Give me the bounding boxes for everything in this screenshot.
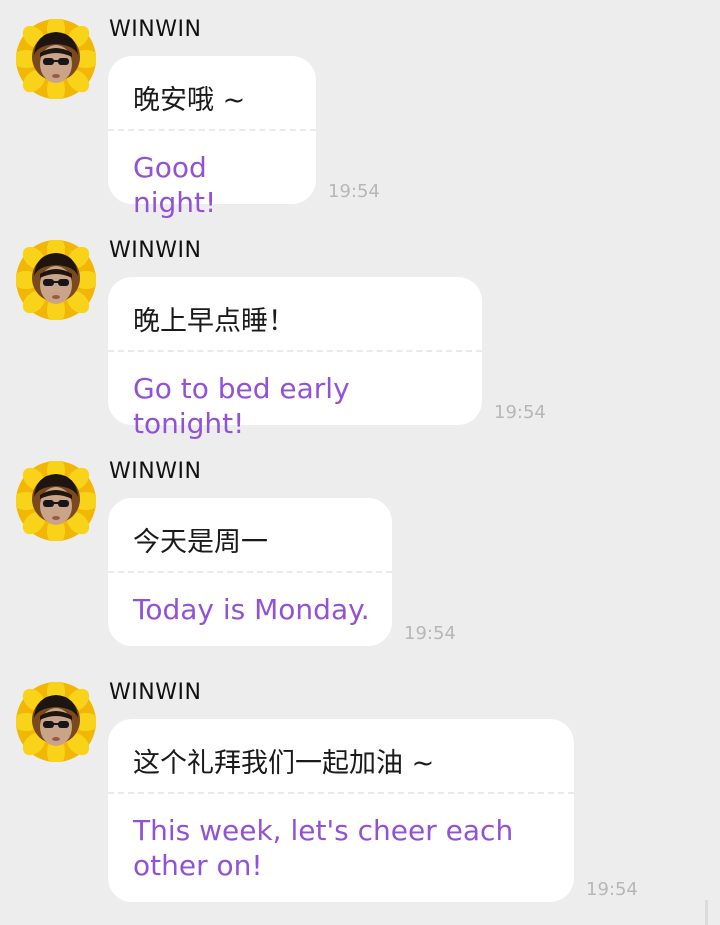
sender-avatar-icon[interactable] [16,240,96,320]
sender-name: WINWIN [109,238,202,263]
chat-message: WINWIN 今天是周一 Today is Monday. 19:54 [0,442,720,663]
original-text: 今天是周一 [133,527,268,558]
message-bubble[interactable]: 今天是周一 Today is Monday. [108,498,392,646]
message-timestamp: 19:54 [328,181,380,202]
translation-text: This week, let's cheer each other on! [133,814,514,882]
chat-message: WINWIN 这个礼拜我们一起加油 ~ This week, let's che… [0,663,720,925]
original-text: 这个礼拜我们一起加油 ~ [133,748,435,779]
translation-text: Go to bed early tonight! [133,372,350,440]
translation-text: Good night! [133,151,217,219]
translation-divider [108,129,316,131]
message-timestamp: 19:54 [404,623,456,644]
translation-divider [108,350,482,352]
sender-name: WINWIN [109,680,202,705]
message-timestamp: 19:54 [586,879,638,900]
sender-name: WINWIN [109,459,202,484]
message-bubble[interactable]: 晚上早点睡！ Go to bed early tonight! [108,277,482,440]
translation-divider [108,571,392,573]
scrollbar[interactable] [705,900,708,925]
chat-message: WINWIN 晚安哦 ~ Good night! 19:54 [0,0,720,221]
translation-divider [108,792,574,794]
translation-text: Today is Monday. [133,593,370,626]
sender-avatar-icon[interactable] [16,682,96,762]
sender-name: WINWIN [109,17,202,42]
message-bubble[interactable]: 这个礼拜我们一起加油 ~ This week, let's cheer each… [108,719,574,902]
sender-avatar-icon[interactable] [16,461,96,541]
chat-message: WINWIN 晚上早点睡！ Go to bed early tonight! 1… [0,221,720,442]
original-text: 晚安哦 ~ [133,85,246,116]
message-bubble[interactable]: 晚安哦 ~ Good night! [108,56,316,219]
message-timestamp: 19:54 [494,402,546,423]
original-text: 晚上早点睡！ [133,306,295,337]
sender-avatar-icon[interactable] [16,19,96,99]
